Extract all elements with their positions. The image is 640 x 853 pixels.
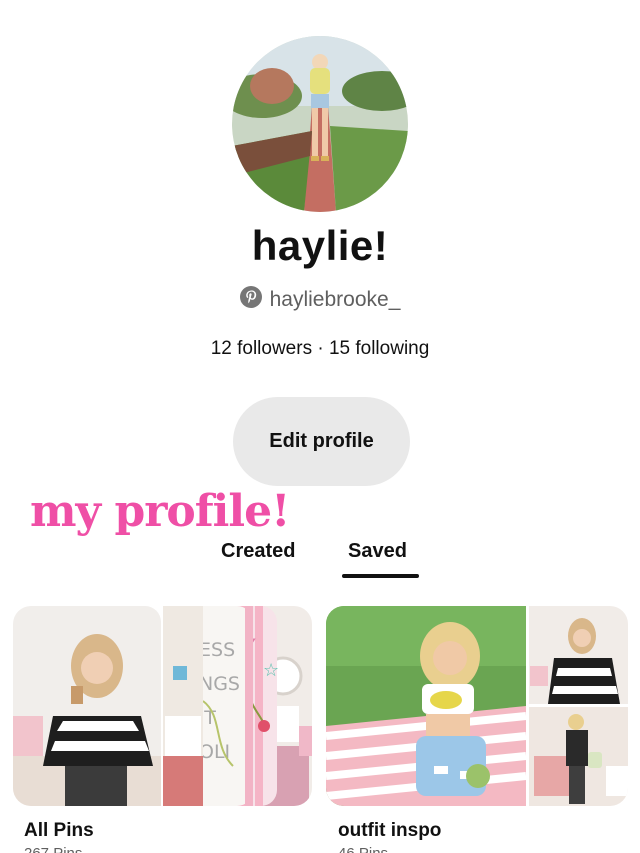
board-all-pins[interactable]: Y ☆ ESS NGS 'T OLI [13, 606, 312, 806]
profile-username[interactable]: hayliebrooke_ [270, 288, 401, 312]
edit-profile-button[interactable]: Edit profile [233, 397, 410, 486]
board-all-pins-collage: Y ☆ ESS NGS 'T OLI [13, 606, 312, 806]
profile-avatar[interactable] [232, 36, 408, 212]
tab-selected-indicator [342, 574, 419, 578]
board-outfit-inspo-collage [326, 606, 628, 806]
username-row: hayliebrooke_ [0, 286, 640, 313]
avatar-photo [232, 36, 408, 212]
pin-text-line-4: OLI [199, 741, 230, 763]
board-title-all-pins[interactable]: All Pins [24, 820, 94, 842]
tab-created[interactable]: Created [221, 540, 295, 563]
svg-text:☆: ☆ [263, 660, 279, 681]
board-outfit-inspo[interactable] [326, 606, 628, 806]
pin-text-line-1: ESS [199, 639, 235, 661]
pin-text-line-2: NGS [199, 673, 240, 695]
follow-stats[interactable]: 12 followers · 15 following [0, 338, 640, 360]
board-count-all-pins: 267 Pins [24, 845, 82, 853]
overlay-title: my profile! [30, 486, 290, 537]
profile-display-name: haylie! [251, 222, 389, 269]
tab-saved[interactable]: Saved [348, 540, 407, 563]
board-title-outfit-inspo[interactable]: outfit inspo [338, 820, 441, 842]
board-count-outfit-inspo: 46 Pins [338, 845, 388, 853]
pinterest-logo-icon [239, 286, 262, 313]
